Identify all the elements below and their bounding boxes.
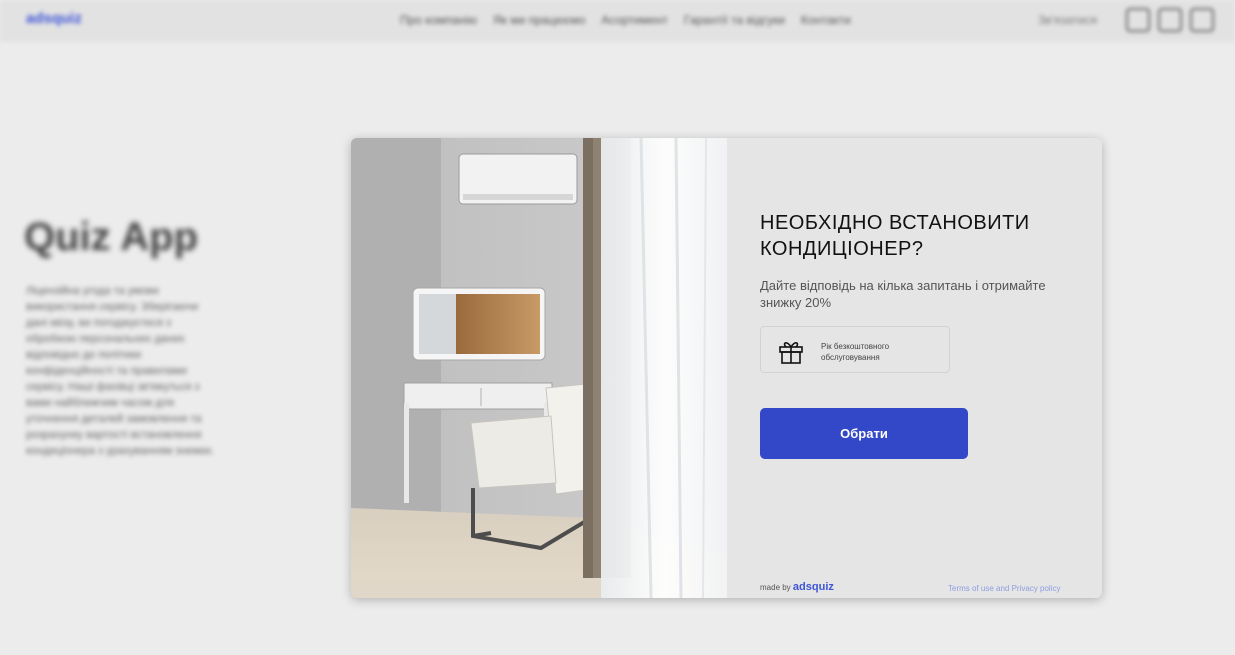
background-nav: Про компанію Як ми працюємо Асортимент Г… [400, 13, 851, 27]
background-nav-item: Контакти [800, 13, 851, 27]
background-nav-item: Як ми працюємо [493, 13, 586, 27]
quiz-subtitle: Дайте відповідь на кілька запитань і отр… [760, 278, 1046, 310]
quiz-card: НЕОБХІДНО ВСТАНОВИТИ КОНДИЦІОНЕР? Дайте … [351, 138, 1102, 598]
made-by-prefix: made by [760, 583, 791, 592]
made-by[interactable]: made by adsquiz [760, 581, 834, 593]
quiz-content: НЕОБХІДНО ВСТАНОВИТИ КОНДИЦІОНЕР? Дайте … [727, 138, 1102, 598]
background-nav-item: Асортимент [601, 13, 668, 27]
bonus-card: Рік безкоштовного обслуговування [760, 326, 950, 373]
facebook-icon [1158, 8, 1182, 32]
background-social-icons [1126, 8, 1214, 32]
terms-link[interactable]: Terms of use and Privacy policy [948, 584, 1061, 593]
room-photo [351, 138, 727, 598]
instagram-icon [1126, 8, 1150, 32]
made-by-brand[interactable]: adsquiz [793, 581, 834, 593]
background-nav-item: Гарантії та відгуки [683, 13, 785, 27]
choose-button[interactable]: Обрати [760, 408, 968, 459]
quiz-headline: НЕОБХІДНО ВСТАНОВИТИ КОНДИЦІОНЕР? [760, 212, 1030, 260]
background-title: Quiz App [24, 215, 199, 259]
background-header: adsquiz Про компанію Як ми працюємо Асор… [0, 0, 1235, 42]
gift-icon [779, 342, 803, 364]
telegram-icon [1190, 8, 1214, 32]
background-text: Ліцензійна угода та умови використання с… [26, 285, 214, 457]
bonus-text: Рік безкоштовного обслуговування [821, 342, 890, 362]
background-nav-item: Про компанію [400, 13, 478, 27]
background-contact: Зв'язатися [1038, 13, 1098, 27]
background-logo: adsquiz [26, 10, 82, 27]
